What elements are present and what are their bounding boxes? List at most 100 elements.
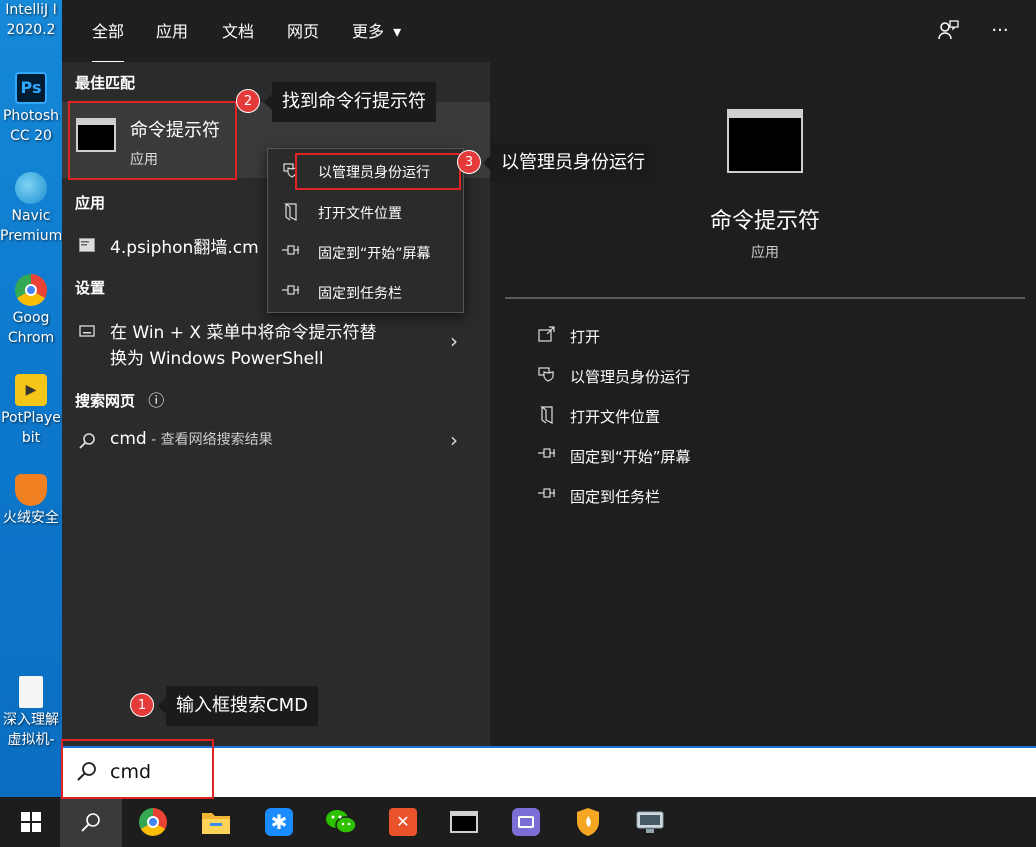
chevron-right-icon[interactable]: › — [450, 428, 458, 452]
taskbar-chrome[interactable] — [122, 797, 184, 847]
search-icon — [81, 813, 100, 832]
tab-web[interactable]: 网页 — [287, 18, 319, 42]
chrome-icon — [139, 808, 167, 836]
taskbar-xmind[interactable]: ✕ — [372, 797, 434, 847]
taskbar-huorong[interactable] — [557, 797, 619, 847]
shield-icon — [537, 366, 557, 386]
desktop-icon-photoshop[interactable]: Ps Photosh CC 20 — [0, 72, 62, 146]
tab-more-label: 更多 — [352, 22, 385, 41]
more-options-icon[interactable]: ··· — [986, 16, 1014, 44]
apps-heading: 应用 — [75, 194, 106, 212]
windows-logo-icon — [21, 812, 41, 832]
context-item-label: 固定到任务栏 — [318, 286, 402, 302]
pin-icon — [537, 446, 557, 466]
desktop: IntelliJ I 2020.2 Ps Photosh CC 20 Navic… — [0, 0, 62, 797]
xmind-icon: ✕ — [389, 808, 417, 836]
settings-heading: 设置 — [75, 279, 106, 297]
taskbar-server-app[interactable] — [495, 797, 557, 847]
desktop-icon-label: IntelliJ I — [5, 2, 57, 18]
pin-icon — [282, 243, 300, 261]
settings-result-line1: 在 Win + X 菜单中将命令提示符替 — [110, 323, 377, 343]
monitor-icon — [636, 811, 664, 833]
taskbar-monitor-app[interactable] — [619, 797, 681, 847]
pin-icon — [537, 486, 557, 506]
cmd-large-icon — [727, 109, 803, 173]
dingtalk-icon: ✱ — [265, 808, 293, 836]
annotation-badge-1: 1 — [130, 693, 154, 717]
desktop-icon-label: 火绒安全 — [3, 510, 59, 526]
action-label: 打开 — [570, 328, 601, 346]
desktop-icon-label: bit — [21, 430, 41, 446]
photoshop-icon: Ps — [15, 72, 47, 104]
open-icon — [537, 326, 557, 346]
annotation-badge-3: 3 — [457, 150, 481, 174]
desktop-icon-document[interactable]: 深入理解 虚拟机- — [0, 676, 62, 750]
annotation-box-best-match — [68, 101, 237, 180]
desktop-icon-label: Chrom — [7, 330, 55, 346]
folder-icon — [537, 406, 557, 426]
taskbar-wechat[interactable] — [310, 797, 372, 847]
chrome-icon — [15, 274, 47, 306]
web-search-query: cmd — [110, 429, 147, 449]
tab-apps[interactable]: 应用 — [156, 18, 188, 42]
tab-more[interactable]: 更多 ▾ — [352, 18, 401, 42]
annotation-badge-2: 2 — [236, 89, 260, 113]
desktop-icon-intellij[interactable]: IntelliJ I 2020.2 — [0, 0, 62, 40]
taskbar-search-button[interactable] — [60, 797, 122, 847]
desktop-icon-potplayer[interactable]: ▶ PotPlaye bit — [0, 374, 62, 448]
info-icon[interactable]: ⓘ — [148, 391, 164, 410]
app-result-label: 4.psiphon翻墙.cm — [110, 238, 259, 258]
desktop-icon-label: 2020.2 — [6, 22, 56, 38]
potplayer-icon: ▶ — [15, 374, 47, 406]
start-button[interactable] — [0, 797, 62, 847]
desktop-icon-label: Photosh — [2, 108, 60, 124]
feedback-icon[interactable] — [934, 16, 962, 44]
server-icon — [512, 808, 540, 836]
desktop-icon-huorong[interactable]: 火绒安全 — [0, 474, 62, 528]
web-search-text: cmd - 查看网络搜索结果 — [110, 429, 273, 449]
script-file-icon — [76, 234, 98, 256]
keyboard-icon — [76, 320, 98, 342]
folder-icon — [282, 203, 300, 221]
desktop-icon-navicat[interactable]: Navic Premium — [0, 172, 62, 246]
context-item-pin-to-taskbar[interactable]: 固定到任务栏 — [268, 274, 465, 310]
tab-all[interactable]: 全部 — [92, 18, 125, 64]
best-match-heading: 最佳匹配 — [75, 74, 136, 92]
action-label: 固定到“开始”屏幕 — [570, 448, 691, 466]
settings-result-item[interactable]: 在 Win + X 菜单中将命令提示符替 换为 Windows PowerShe… — [62, 318, 490, 370]
context-item-open-file-location[interactable]: 打开文件位置 — [268, 194, 465, 230]
annotation-callout-2: 找到命令行提示符 — [264, 82, 436, 122]
taskbar-explorer[interactable] — [185, 797, 247, 847]
context-item-label: 打开文件位置 — [318, 206, 402, 222]
context-item-pin-to-start[interactable]: 固定到“开始”屏幕 — [268, 234, 465, 270]
web-search-item[interactable]: cmd - 查看网络搜索结果 › — [62, 428, 490, 455]
chevron-down-icon: ▾ — [393, 22, 402, 41]
details-app-name: 命令提示符 — [709, 209, 820, 234]
action-label: 打开文件位置 — [570, 408, 661, 426]
context-item-label: 固定到“开始”屏幕 — [318, 246, 431, 262]
chevron-right-icon[interactable]: › — [450, 329, 458, 353]
desktop-icon-label: Goog — [12, 310, 50, 326]
terminal-icon — [450, 811, 478, 833]
annotation-callout-3: 以管理员身份运行 — [483, 143, 655, 183]
action-label: 以管理员身份运行 — [570, 368, 691, 386]
desktop-icon-chrome[interactable]: Goog Chrom — [0, 274, 62, 348]
desktop-icon-label: CC 20 — [10, 128, 52, 144]
details-app-type: 应用 — [751, 245, 779, 261]
wechat-icon — [326, 810, 357, 834]
taskbar-dingtalk[interactable]: ✱ — [248, 797, 310, 847]
desktop-icon-label: PotPlaye — [1, 410, 61, 426]
tab-documents[interactable]: 文档 — [222, 18, 254, 42]
taskbar-terminal[interactable] — [433, 797, 495, 847]
annotation-box-run-as-admin — [295, 153, 461, 190]
settings-result-line2: 换为 Windows PowerShell — [110, 349, 324, 369]
search-icon — [76, 430, 98, 452]
filter-tabs-bar: 全部 应用 文档 网页 更多 ▾ ··· — [62, 0, 1036, 64]
annotation-callout-1: 输入框搜索CMD — [158, 686, 318, 726]
desktop-icon-label: 深入理解 — [3, 712, 59, 728]
desktop-icon-label: Premium — [0, 228, 62, 244]
taskbar: ✱ ✕ — [0, 797, 1036, 847]
folder-icon — [202, 813, 230, 834]
details-divider — [505, 297, 1025, 299]
navicat-icon — [15, 172, 47, 204]
